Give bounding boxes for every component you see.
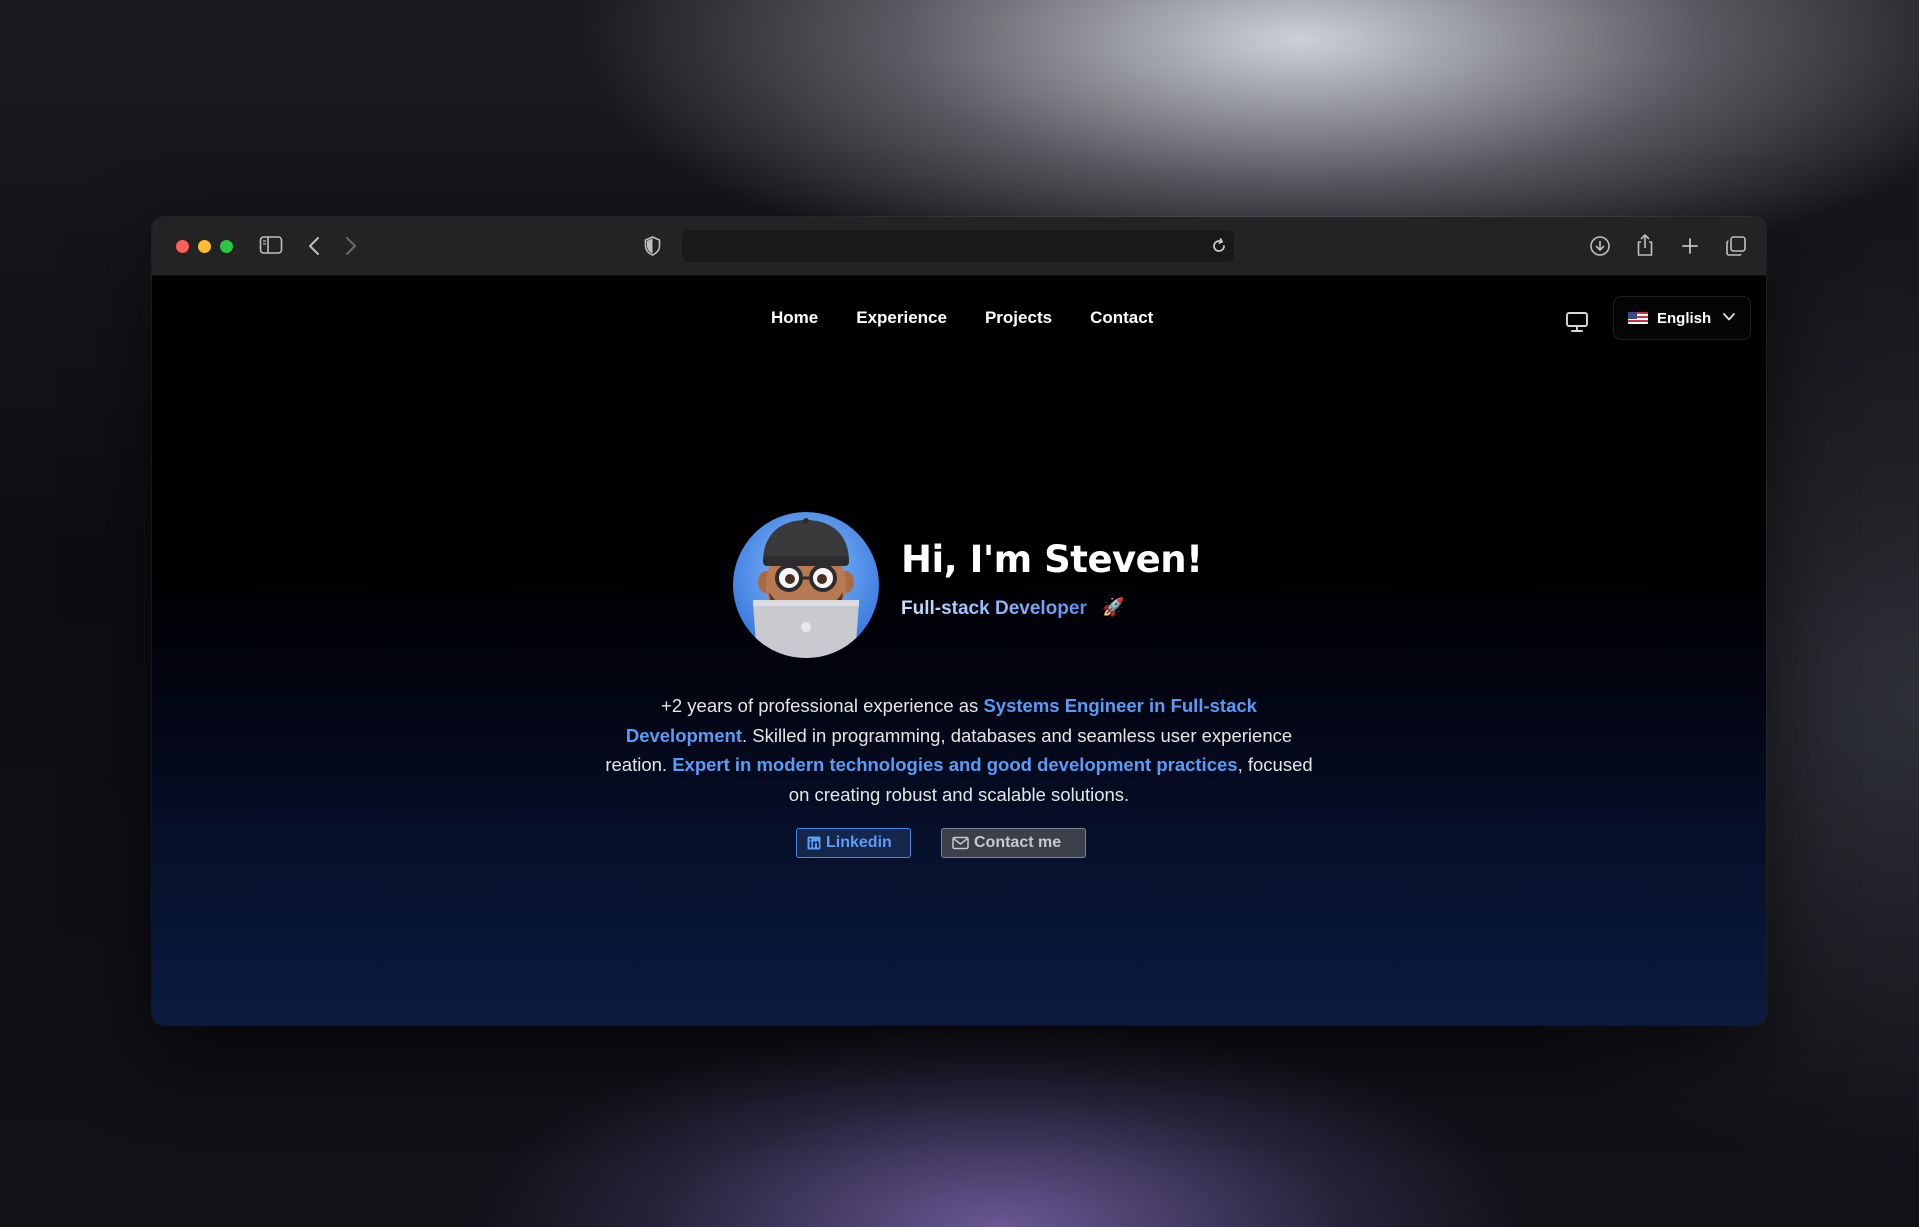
nav-contact[interactable]: Contact bbox=[1090, 308, 1153, 328]
nav-experience[interactable]: Experience bbox=[856, 308, 947, 328]
browser-window: Home Experience Projects Contact English bbox=[152, 217, 1766, 1025]
maximize-window-button[interactable] bbox=[220, 240, 233, 253]
hero-subtitle: Full-stack Developer bbox=[901, 598, 1087, 619]
share-icon[interactable] bbox=[1635, 233, 1655, 257]
linkedin-label: Linkedin bbox=[826, 834, 892, 851]
language-selector[interactable]: English bbox=[1613, 296, 1751, 340]
contact-me-label: Contact me bbox=[974, 834, 1062, 851]
avatar bbox=[733, 512, 879, 658]
privacy-shield-icon[interactable] bbox=[644, 236, 661, 256]
minimize-window-button[interactable] bbox=[198, 240, 211, 253]
new-tab-icon[interactable] bbox=[1680, 236, 1700, 256]
contact-me-button[interactable]: Contact me bbox=[941, 828, 1086, 858]
rocket-emoji: 🚀 bbox=[1102, 597, 1125, 617]
portfolio-page: Home Experience Projects Contact English bbox=[152, 276, 1766, 1025]
linkedin-icon bbox=[807, 836, 821, 850]
address-bar[interactable] bbox=[682, 230, 1234, 262]
mail-icon bbox=[952, 836, 969, 850]
close-window-button[interactable] bbox=[176, 240, 189, 253]
sidebar-toggle-icon[interactable] bbox=[259, 235, 283, 255]
back-arrow-icon[interactable] bbox=[308, 236, 320, 256]
hero-bio: +2 years of professional experience as S… bbox=[604, 691, 1314, 809]
downloads-icon[interactable] bbox=[1589, 235, 1611, 257]
tab-overview-icon[interactable] bbox=[1725, 235, 1747, 257]
chevron-down-icon bbox=[1722, 309, 1736, 327]
language-label: English bbox=[1657, 309, 1712, 327]
reload-icon[interactable] bbox=[1210, 237, 1228, 260]
nav-projects[interactable]: Projects bbox=[985, 308, 1052, 328]
main-nav: Home Experience Projects Contact bbox=[752, 308, 1172, 328]
linkedin-button[interactable]: Linkedin bbox=[796, 828, 911, 858]
nav-home[interactable]: Home bbox=[771, 308, 818, 328]
bio-highlight-2: Expert in modern technologies and good d… bbox=[672, 754, 1238, 775]
us-flag-icon bbox=[1628, 312, 1648, 324]
forward-arrow-icon[interactable] bbox=[345, 236, 357, 256]
bio-text-1: +2 years of professional experience as bbox=[661, 695, 984, 716]
browser-toolbar bbox=[152, 217, 1766, 276]
hero-title: Hi, I'm Steven! bbox=[901, 538, 1203, 581]
monitor-icon[interactable] bbox=[1565, 311, 1589, 338]
